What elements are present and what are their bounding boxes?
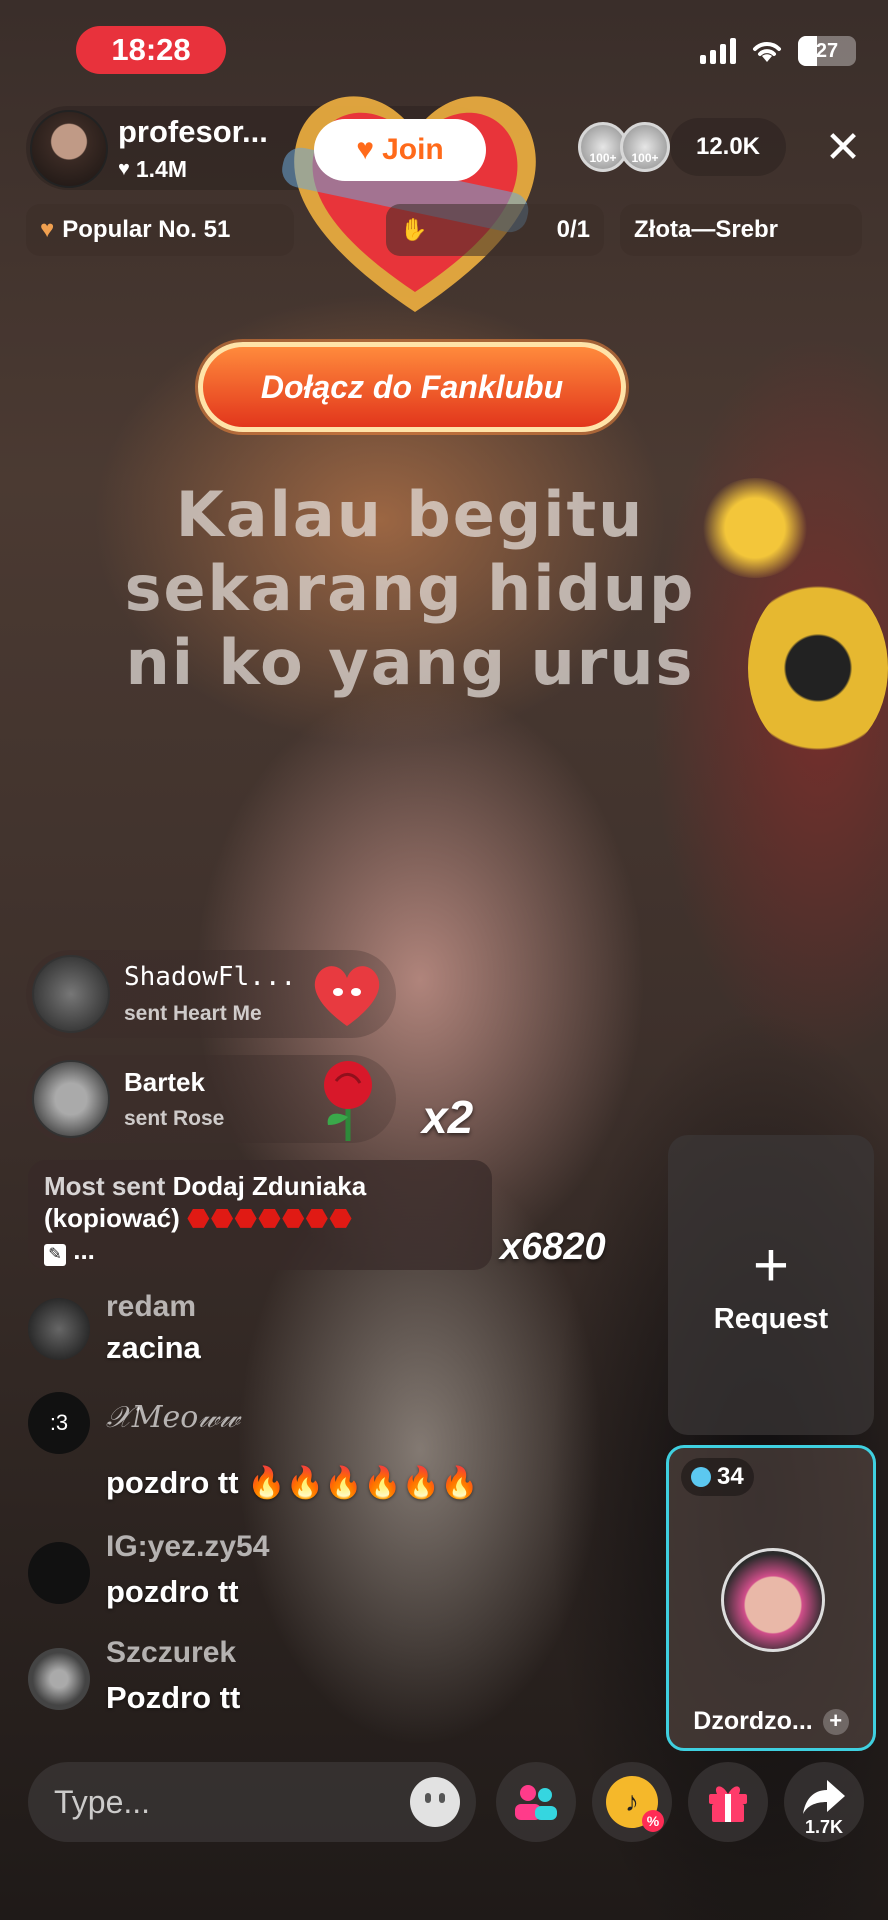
comment-text: zacina: [106, 1330, 201, 1365]
emoji-icon[interactable]: [410, 1777, 460, 1827]
comment-text: pozdro tt: [106, 1574, 239, 1609]
ranking-pill[interactable]: Złota—Srebr: [620, 204, 862, 256]
request-button[interactable]: + Request: [668, 1135, 874, 1435]
lyrics-line: ni ko yang urus: [125, 626, 695, 699]
comment-username[interactable]: Szczurek: [106, 1636, 236, 1670]
avatar[interactable]: [32, 955, 110, 1033]
heart-plus-icon: ♥: [356, 133, 375, 166]
comment-username[interactable]: 𝒳𝑀𝑒𝑜𝓌𝓌: [106, 1400, 240, 1435]
people-icon: [515, 1785, 557, 1820]
most-sent-prefix: Most sent: [44, 1171, 166, 1201]
gift-combo-count: x2: [422, 1091, 474, 1143]
status-time: 18:28: [76, 26, 226, 74]
avatar[interactable]: [28, 1298, 90, 1360]
gift-sender-name: ShadowFl...: [124, 962, 297, 992]
request-label: Request: [713, 1302, 829, 1335]
share-arrow-icon: [803, 1780, 845, 1814]
avatar[interactable]: [28, 1648, 90, 1710]
guest-panel[interactable]: 34 Dzordzo... +: [666, 1445, 876, 1751]
gift-notification: Bartek sent Rose: [26, 1055, 396, 1143]
popular-rank-pill[interactable]: ♥ Popular No. 51: [26, 204, 294, 256]
host-likes: ♥ 1.4M: [118, 156, 188, 182]
top-gifter-avatar[interactable]: 100+: [620, 122, 670, 172]
gift-combo-count: x6820: [500, 1226, 606, 1268]
comment-text: Pozdro tt: [106, 1680, 241, 1715]
gift-button[interactable]: [688, 1762, 768, 1842]
fanclub-button[interactable]: Dołącz do Fanklubu: [198, 342, 626, 432]
most-sent-line2: (kopiować): [44, 1203, 180, 1233]
comment-item: IG:yez.zy54 pozdro tt: [28, 1530, 548, 1630]
comment-item: Szczurek Pozdro tt: [28, 1636, 548, 1736]
most-sent-name: Dodaj Zduniaka: [172, 1171, 367, 1201]
viewer-count[interactable]: 12.0K: [670, 118, 786, 176]
host-avatar[interactable]: [30, 110, 108, 188]
broken-heart-icon: ♥: [40, 216, 55, 243]
share-button[interactable]: 1.7K: [784, 1762, 864, 1842]
heart-me-icon: [314, 966, 380, 1026]
comment-username[interactable]: redam: [106, 1290, 196, 1324]
guest-name-row: Dzordzo... +: [669, 1707, 873, 1736]
close-icon[interactable]: ✕: [818, 126, 868, 170]
guest-badge: 34: [681, 1458, 754, 1496]
tiktok-coin-icon: ♪ %: [606, 1776, 664, 1832]
rose-icon: [324, 1061, 372, 1141]
sticker-decoration: [748, 578, 888, 758]
plus-icon: +: [752, 1230, 790, 1300]
avatar[interactable]: [32, 1060, 110, 1138]
lyrics-line: sekarang hidup: [124, 552, 696, 625]
most-sent-banner[interactable]: Most sent Dodaj Zduniaka (kopiować) ⬣⬣⬣⬣…: [28, 1160, 492, 1270]
gift-sender-name: Bartek: [124, 1067, 205, 1097]
multi-guest-button[interactable]: [496, 1762, 576, 1842]
heart-icon: ♥: [118, 158, 130, 180]
edit-icon: ✎: [44, 1244, 66, 1266]
heart-gift-effect-icon: [282, 96, 536, 312]
stop-sign-icons: ⬣⬣⬣⬣⬣⬣⬣: [187, 1203, 353, 1233]
most-sent-tail: ...: [73, 1235, 95, 1265]
comment-input-bar[interactable]: [28, 1762, 476, 1842]
guest-avatar[interactable]: [721, 1548, 825, 1652]
gift-notification: ShadowFl... sent Heart Me: [26, 950, 396, 1038]
flower-decoration: [700, 478, 810, 578]
top-gifters[interactable]: 100+ 100+: [578, 122, 670, 172]
hand-icon: ✋: [400, 217, 428, 242]
wifi-icon: [753, 42, 781, 62]
tiktok-coin-button[interactable]: ♪ %: [592, 1762, 672, 1842]
gift-action: sent Rose: [124, 1107, 225, 1130]
comment-username[interactable]: IG:yez.zy54: [106, 1530, 269, 1564]
gem-icon: [691, 1467, 711, 1487]
match-progress-pill[interactable]: ✋ 0/1: [386, 204, 604, 256]
lyrics-overlay: Kalau begitu sekarang hidup ni ko yang u…: [60, 478, 760, 700]
gift-action: sent Heart Me: [124, 1002, 262, 1025]
guest-name: Dzordzo...: [693, 1707, 813, 1735]
comment-item: redam zacina: [28, 1290, 548, 1390]
lyrics-line: Kalau begitu: [175, 478, 645, 551]
share-count: 1.7K: [804, 1817, 844, 1837]
comment-input[interactable]: [54, 1783, 374, 1821]
comment-text: pozdro tt 🔥🔥🔥🔥🔥🔥: [106, 1465, 479, 1500]
join-button[interactable]: ♥ Join: [314, 119, 486, 181]
status-bar-right: 27: [700, 36, 856, 66]
battery-icon: 27: [798, 36, 856, 66]
follow-plus-icon[interactable]: +: [822, 1708, 849, 1735]
signal-icon: [700, 38, 736, 64]
comment-item: :3 𝒳𝑀𝑒𝑜𝓌𝓌 pozdro tt 🔥🔥🔥🔥🔥🔥: [28, 1392, 588, 1512]
gift-box-icon: [709, 1786, 747, 1822]
avatar[interactable]: :3: [28, 1392, 90, 1454]
avatar[interactable]: [28, 1542, 90, 1604]
